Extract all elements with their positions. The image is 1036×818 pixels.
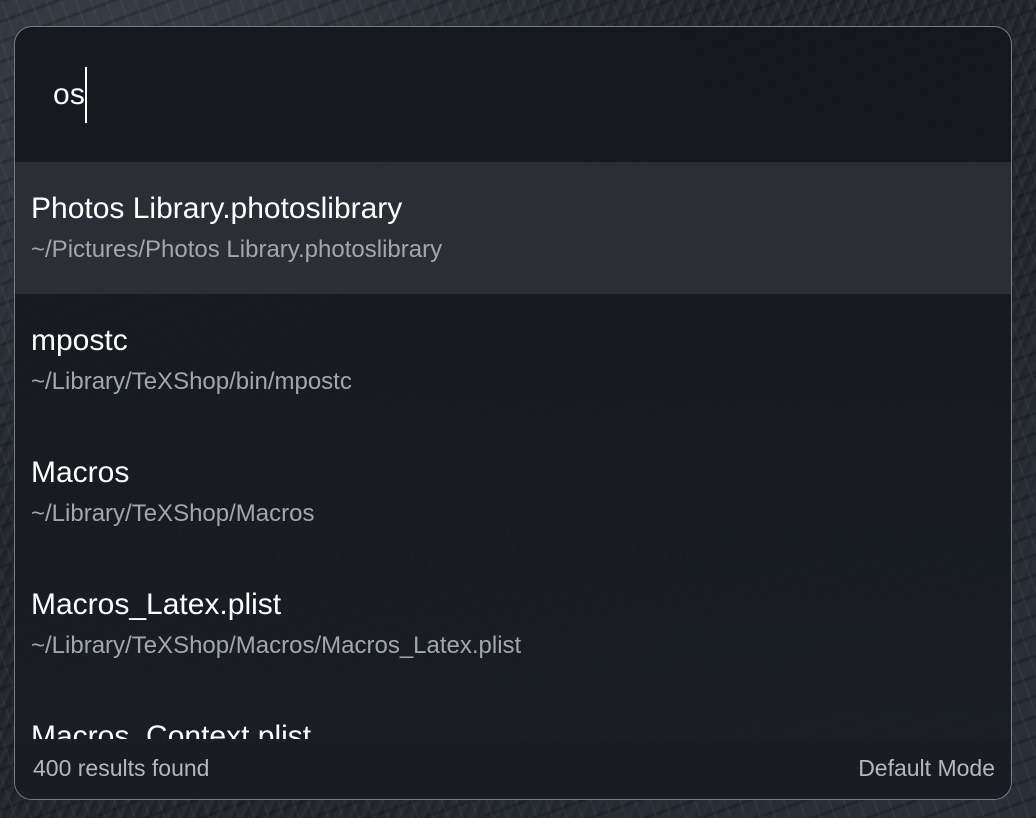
result-path: ~/Library/TeXShop/Macros [31, 500, 315, 527]
result-item[interactable]: mpostc ~/Library/TeXShop/bin/mpostc [15, 294, 1011, 426]
result-path: ~/Pictures/Photos Library.photoslibrary [31, 236, 443, 263]
search-input[interactable]: os [53, 67, 88, 123]
result-title: mpostc [31, 324, 128, 357]
status-footer: 400 results found Default Mode [15, 739, 1011, 799]
result-item[interactable]: Photos Library.photoslibrary ~/Pictures/… [15, 162, 1011, 294]
result-path: ~/Library/TeXShop/bin/mpostc [31, 368, 352, 395]
result-title: Macros_Latex.plist [31, 588, 282, 621]
search-query: os [53, 78, 86, 111]
text-caret [85, 67, 88, 123]
results-list: Photos Library.photoslibrary ~/Pictures/… [15, 162, 1011, 742]
result-item[interactable]: Macros_Latex.plist ~/Library/TeXShop/Mac… [15, 558, 1011, 690]
result-item[interactable]: Macros ~/Library/TeXShop/Macros [15, 426, 1011, 558]
launcher-window: os Photos Library.photoslibrary ~/Pictur… [14, 26, 1012, 800]
result-title: Photos Library.photoslibrary [31, 192, 403, 225]
result-item[interactable]: Macros_Context.plist [15, 690, 1011, 742]
result-path: ~/Library/TeXShop/Macros/Macros_Latex.pl… [31, 632, 522, 659]
result-title: Macros [31, 456, 130, 489]
results-count: 400 results found [33, 755, 210, 781]
search-bar[interactable]: os [15, 27, 1011, 162]
mode-indicator[interactable]: Default Mode [858, 755, 995, 782]
